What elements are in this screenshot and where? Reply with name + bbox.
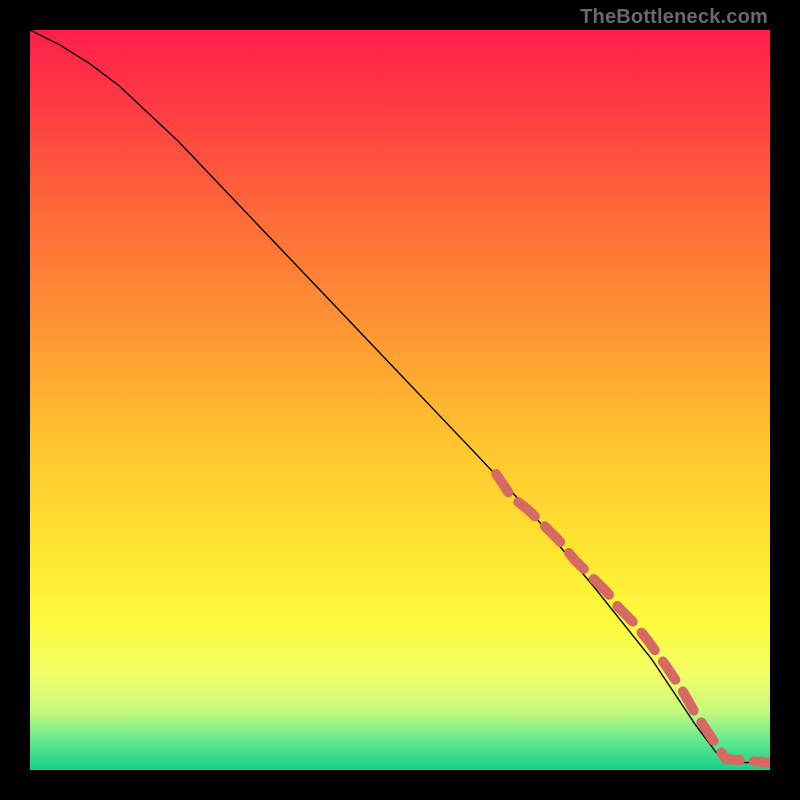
dashed-overlay — [496, 474, 770, 763]
curve-layer — [30, 30, 770, 770]
chart-stage: TheBottleneck.com — [0, 0, 800, 800]
plot-area — [30, 30, 770, 770]
watermark-text: TheBottleneck.com — [580, 6, 768, 29]
